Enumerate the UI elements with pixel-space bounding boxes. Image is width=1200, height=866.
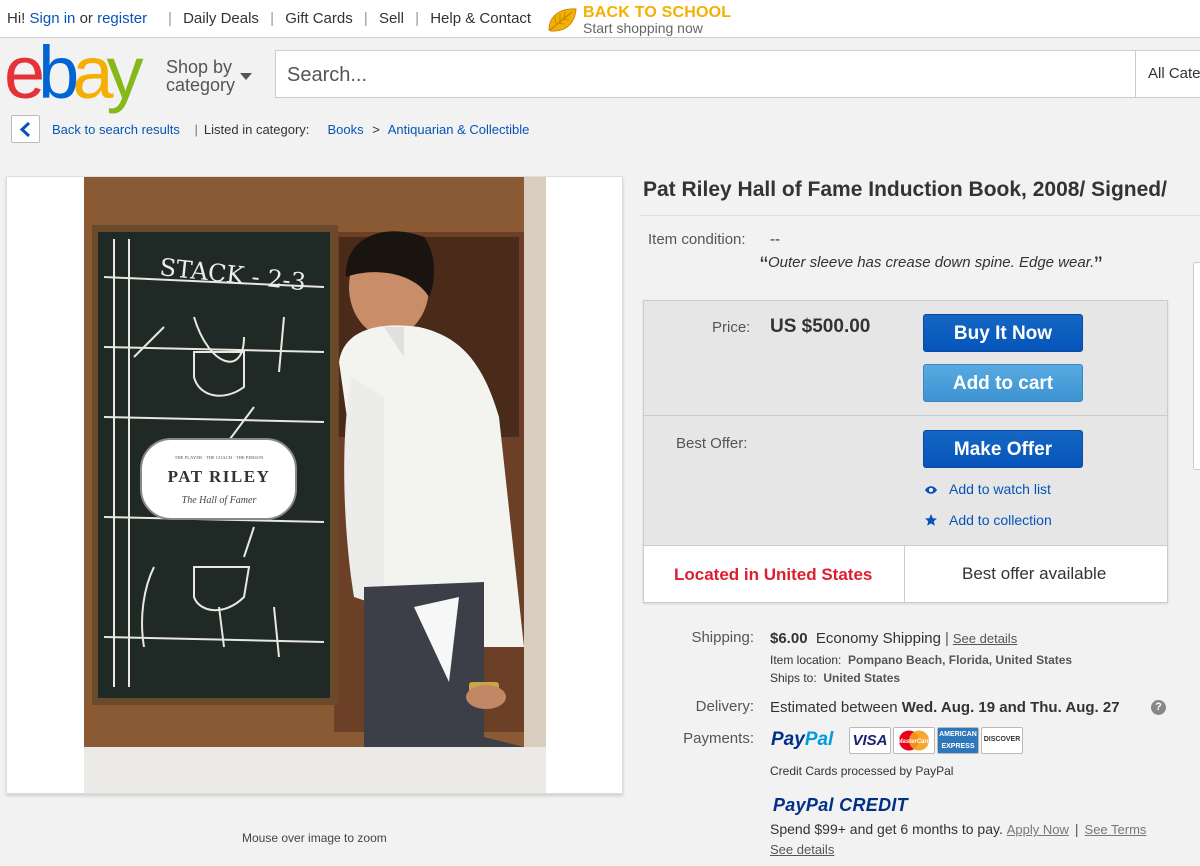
buy-it-now-button[interactable]: Buy It Now <box>923 314 1083 352</box>
promo-subtitle: Start shopping now <box>583 20 703 36</box>
sell-link[interactable]: Sell <box>379 10 404 27</box>
back-to-search-link[interactable]: Back to search results <box>52 122 180 137</box>
image-panel: STACK - 2-3 THE PLAYER · THE COACH · THE… <box>6 176 623 794</box>
price-value: US $500.00 <box>770 316 871 337</box>
apply-now-link[interactable]: Apply Now <box>1007 822 1069 837</box>
breadcrumb-arrow: > <box>372 122 380 137</box>
delivery-label: Delivery: <box>695 698 754 715</box>
paypal-credit-logo: PayPal CREDIT <box>773 795 908 815</box>
open-quote-icon: “ <box>760 252 768 279</box>
greeting: Hi! Sign in or register <box>7 10 147 27</box>
condition-note-text: Outer sleeve has crease down spine. Edge… <box>768 254 1095 271</box>
paypal-credit-offer: Spend $99+ and get 6 months to pay. Appl… <box>770 821 1147 837</box>
shipping-value: $6.00 Economy Shipping | See details <box>770 630 1018 647</box>
top-nav: | Daily Deals | Gift Cards | Sell | Help… <box>168 10 532 27</box>
search-bar: Search... All Cate <box>275 50 1200 98</box>
shop-by-category-button[interactable]: Shop by category <box>166 57 252 95</box>
shop-by-label-line2: category <box>166 75 236 95</box>
help-contact-link[interactable]: Help & Contact <box>430 10 531 27</box>
best-offer-available-text: Best offer available <box>962 564 1107 583</box>
item-location: Item location: Pompano Beach, Florida, U… <box>770 653 1073 667</box>
best-offer-label: Best Offer: <box>676 435 748 452</box>
add-to-watch-list-link[interactable]: Add to watch list <box>949 481 1051 497</box>
buy-box-divider <box>644 415 1167 416</box>
see-terms-link[interactable]: See Terms <box>1085 822 1147 837</box>
credit-see-details-link[interactable]: See details <box>770 842 834 857</box>
visa-icon: VISA <box>849 727 891 754</box>
leaf-icon <box>548 8 577 32</box>
shipping-method: Economy Shipping <box>815 630 941 647</box>
greeting-text: Hi! <box>7 10 26 27</box>
gift-cards-link[interactable]: Gift Cards <box>285 10 353 27</box>
delivery-range: Wed. Aug. 19 and Thu. Aug. 27 <box>901 699 1120 716</box>
shipping-label: Shipping: <box>691 629 754 646</box>
shop-by-label-line1: Shop by <box>166 57 233 77</box>
title-divider <box>640 215 1200 216</box>
discover-icon: DISCOVER <box>981 727 1023 754</box>
item-title: Pat Riley Hall of Fame Induction Book, 2… <box>643 178 1167 201</box>
logo-letter-e: e <box>4 31 45 114</box>
located-in-text: Located in United States <box>674 565 873 584</box>
logo-letter-b: b <box>38 31 79 114</box>
shipping-cost: $6.00 <box>770 630 808 647</box>
product-image[interactable]: STACK - 2-3 THE PLAYER · THE COACH · THE… <box>84 177 546 793</box>
cover-tag: THE PLAYER · THE COACH · THE PERSON <box>175 455 265 460</box>
star-icon <box>925 514 937 526</box>
credit-card-note: Credit Cards processed by PayPal <box>770 764 954 778</box>
ships-to-value: United States <box>823 671 901 685</box>
register-link[interactable]: register <box>97 10 147 27</box>
breadcrumb-books[interactable]: Books <box>327 122 363 137</box>
category-select[interactable]: All Cate <box>1135 51 1200 97</box>
amex-icon: AMERICAN EXPRESS <box>937 727 979 754</box>
daily-deals-link[interactable]: Daily Deals <box>183 10 259 27</box>
mastercard-icon: MasterCard <box>893 727 935 754</box>
cover-title: PAT RILEY <box>168 467 271 486</box>
payments-label: Payments: <box>683 730 754 747</box>
make-offer-button[interactable]: Make Offer <box>923 430 1083 468</box>
sign-in-link[interactable]: Sign in <box>30 10 76 27</box>
shipping-see-details-link[interactable]: See details <box>953 631 1017 646</box>
listed-in-label: Listed in category: <box>203 122 310 137</box>
add-to-collection-link[interactable]: Add to collection <box>949 512 1052 528</box>
condition-note: “Outer sleeve has crease down spine. Edg… <box>760 252 1102 280</box>
item-location-value: Pompano Beach, Florida, United States <box>848 653 1073 667</box>
logo-letter-y: y <box>106 31 143 114</box>
paypal-logo: PayPal <box>771 729 834 750</box>
ebay-logo[interactable]: ebay <box>4 31 154 114</box>
back-to-school-promo[interactable]: BACK TO SCHOOL Start shopping now <box>546 4 746 36</box>
delivery-value: Estimated between Wed. Aug. 19 and Thu. … <box>770 699 1120 716</box>
breadcrumb: Back to search results | Listed in catego… <box>52 122 530 137</box>
side-panel-edge <box>1193 262 1200 470</box>
svg-text:MasterCard: MasterCard <box>897 739 930 745</box>
ships-to: Ships to: United States <box>770 671 901 685</box>
breadcrumb-antiquarian[interactable]: Antiquarian & Collectible <box>388 122 530 137</box>
back-button[interactable] <box>11 115 40 143</box>
zoom-hint: Mouse over image to zoom <box>242 831 387 845</box>
condition-label: Item condition: <box>648 231 746 248</box>
chevron-left-icon <box>19 122 31 137</box>
chevron-down-icon <box>240 73 252 80</box>
close-quote-icon: ” <box>1094 252 1103 279</box>
search-input[interactable]: Search... <box>287 64 367 87</box>
logo-letter-a: a <box>72 31 113 114</box>
mastercard-circles-icon: MasterCard <box>897 730 931 751</box>
top-bar: Hi! Sign in or register | Daily Deals | … <box>0 0 1200 38</box>
add-to-cart-button[interactable]: Add to cart <box>923 364 1083 402</box>
condition-value: -- <box>770 231 780 248</box>
help-icon[interactable]: ? <box>1151 700 1166 715</box>
or-text: or <box>79 10 93 27</box>
eye-icon <box>925 486 937 494</box>
cover-subtitle: The Hall of Famer <box>182 495 257 506</box>
price-label: Price: <box>712 319 751 336</box>
